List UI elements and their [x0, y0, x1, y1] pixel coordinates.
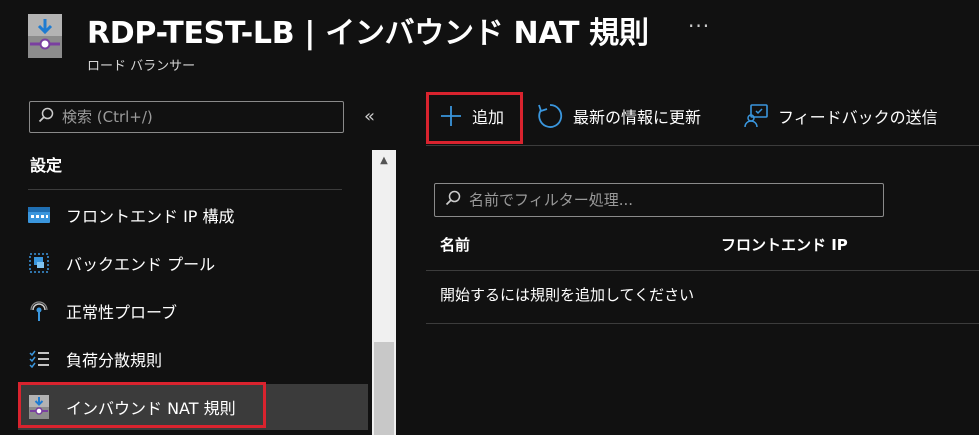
more-options-icon[interactable]: ··· — [688, 14, 710, 38]
sidebar: « 設定 フロントエンド IP 構成 バックエンド プール 正常性プローブ 負荷… — [0, 88, 400, 435]
refresh-button[interactable]: 最新の情報に更新 — [537, 96, 701, 136]
page-subtitle: ロード バランサー — [87, 59, 196, 74]
collapse-sidebar-icon[interactable]: « — [364, 106, 375, 127]
column-header-name[interactable]: 名前 — [440, 234, 470, 255]
sidebar-scrollbar[interactable]: ▲ — [372, 150, 396, 435]
search-icon — [445, 190, 461, 210]
page-header: RDP-TEST-LB | インバウンド NAT 規則 ··· ロード バランサ… — [0, 0, 979, 88]
load-balancing-rules-icon — [28, 348, 50, 370]
sidebar-search[interactable] — [29, 101, 344, 133]
sidebar-item-health-probe[interactable]: 正常性プローブ — [18, 288, 368, 334]
empty-state-message: 開始するには規則を追加してください — [440, 286, 695, 304]
load-balancer-icon — [28, 14, 62, 58]
name-filter-input[interactable] — [469, 191, 869, 209]
sidebar-item-backend-pool[interactable]: バックエンド プール — [18, 240, 368, 286]
highlight-box — [426, 92, 523, 144]
backend-pool-icon — [28, 252, 50, 274]
sidebar-item-label: 負荷分散規則 — [66, 351, 163, 370]
row-divider — [426, 323, 979, 324]
refresh-icon — [537, 103, 563, 129]
sidebar-item-label: フロントエンド IP 構成 — [66, 207, 235, 226]
column-header-frontend-ip[interactable]: フロントエンド IP — [721, 234, 848, 255]
sidebar-item-label: バックエンド プール — [66, 255, 216, 274]
section-divider — [28, 189, 342, 190]
frontend-ip-icon — [28, 204, 50, 226]
scroll-up-icon[interactable]: ▲ — [372, 150, 396, 170]
feedback-label: フィードバックの送信 — [778, 108, 938, 127]
refresh-label: 最新の情報に更新 — [573, 108, 702, 127]
health-probe-icon — [28, 300, 50, 322]
section-title-settings: 設定 — [30, 156, 63, 175]
name-filter[interactable] — [434, 183, 884, 217]
search-icon — [38, 107, 54, 127]
toolbar-divider — [426, 145, 979, 146]
highlight-box — [18, 382, 266, 428]
sidebar-item-frontend-ip[interactable]: フロントエンド IP 構成 — [18, 192, 368, 238]
sidebar-item-load-balancing-rules[interactable]: 負荷分散規則 — [18, 336, 368, 382]
sidebar-item-label: 正常性プローブ — [66, 303, 178, 322]
page-title: RDP-TEST-LB | インバウンド NAT 規則 — [87, 16, 649, 51]
feedback-button[interactable]: フィードバックの送信 — [744, 96, 938, 136]
row-divider — [426, 270, 979, 271]
feedback-icon — [744, 104, 768, 128]
sidebar-search-input[interactable] — [62, 108, 322, 126]
scroll-thumb[interactable] — [374, 342, 394, 435]
